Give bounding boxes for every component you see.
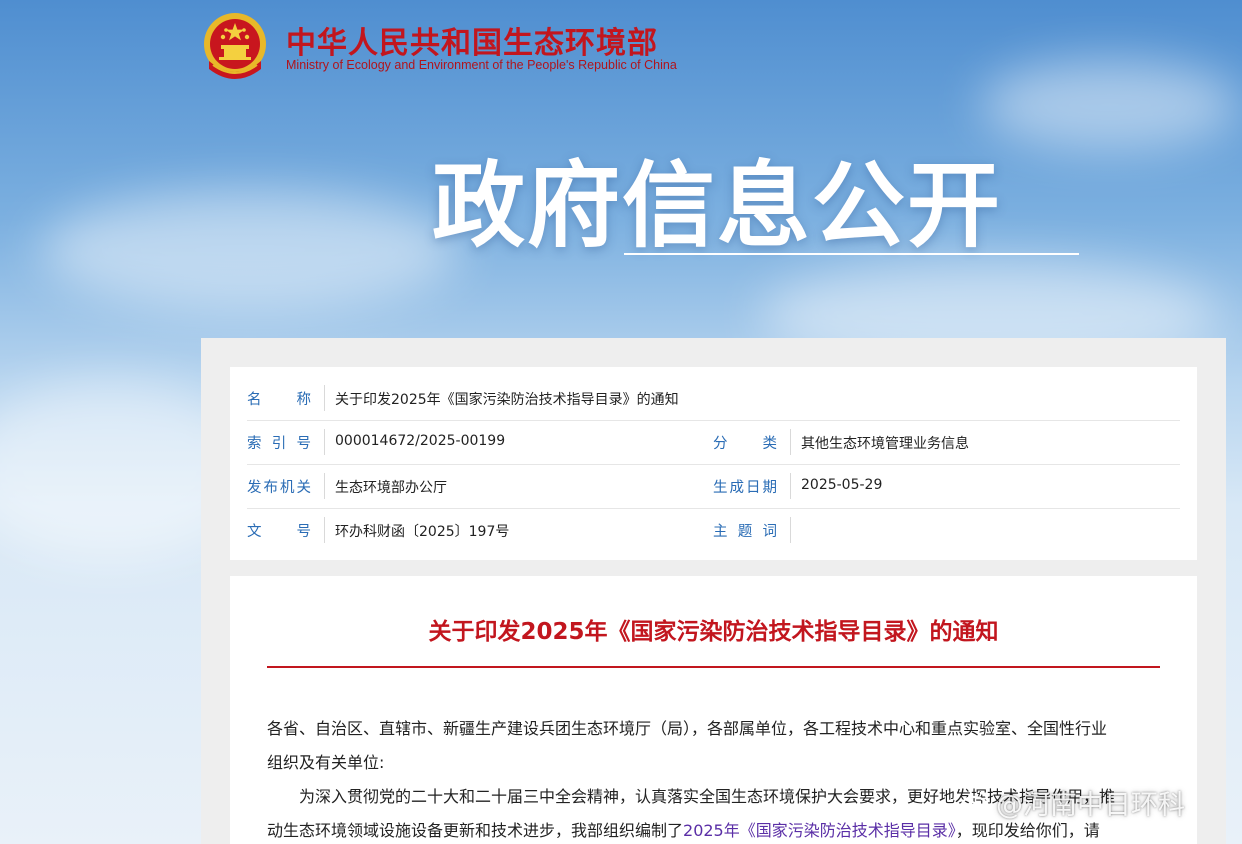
meta-label-docno: 文 号 [247, 524, 311, 540]
meta-value-issuer: 生态环境部办公厅 [335, 480, 447, 496]
background-cloud [40, 190, 460, 310]
article-salutation-line: 各省、自治区、直辖市、新疆生产建设兵团生态环境厅（局），各部属单位，各工程技术中… [267, 719, 1108, 738]
meta-separator [790, 517, 791, 543]
watermark: @河南中日环科 [960, 782, 1185, 822]
meta-label-category: 分 类 [713, 436, 777, 452]
meta-label-date: 生成日期 [713, 480, 777, 496]
watermark-text: @河南中日环科 [996, 789, 1185, 821]
site-name-en[interactable]: Ministry of Ecology and Environment of t… [286, 58, 677, 72]
meta-value-docno: 环办科财函〔2025〕197号 [335, 524, 510, 540]
meta-value-index: 000014672/2025-00199 [335, 433, 506, 449]
meta-separator [790, 429, 791, 455]
weibo-logo-icon [960, 791, 989, 815]
section-title-underline [624, 253, 1079, 255]
metadata-table: 名 称 关于印发2025年《国家污染防治技术指导目录》的通知 索 引 号 000… [230, 367, 1197, 560]
national-emblem-icon[interactable] [201, 11, 269, 85]
article-text: ，现印发给你们，请 [955, 821, 1100, 840]
meta-row-name: 名 称 关于印发2025年《国家污染防治技术指导目录》的通知 [247, 377, 1180, 421]
meta-label-index: 索 引 号 [247, 436, 311, 452]
meta-separator [324, 517, 325, 543]
meta-separator [324, 385, 325, 411]
section-title: 政府信息公开 [432, 152, 1002, 260]
meta-value-name: 关于印发2025年《国家污染防治技术指导目录》的通知 [335, 392, 679, 408]
meta-label-subject: 主 题 词 [713, 524, 777, 540]
article-salutation-line: 组织及有关单位: [267, 753, 385, 772]
site-name-cn[interactable]: 中华人民共和国生态环境部 [286, 18, 658, 62]
article-text: 动生态环境领域设施设备更新和技术进步，我部组织编制了 [267, 821, 684, 840]
meta-separator [790, 473, 791, 499]
meta-row-index: 索 引 号 000014672/2025-00199 分 类 其他生态环境管理业… [247, 421, 1180, 465]
background-cloud [980, 60, 1240, 150]
meta-separator [324, 473, 325, 499]
directory-link[interactable]: 2025年《国家污染防治技术指导目录》 [683, 821, 956, 840]
article-title-divider [267, 666, 1160, 668]
article-title: 关于印发2025年《国家污染防治技术指导目录》的通知 [428, 619, 999, 645]
meta-row-issuer: 发布机关 生态环境部办公厅 生成日期 2025-05-29 [247, 465, 1180, 509]
meta-label-name: 名 称 [247, 392, 311, 408]
meta-separator [324, 429, 325, 455]
meta-value-category: 其他生态环境管理业务信息 [801, 436, 969, 452]
meta-value-date: 2025-05-29 [801, 477, 883, 493]
meta-row-docno: 文 号 环办科财函〔2025〕197号 主 题 词 [247, 509, 1180, 553]
meta-label-issuer: 发布机关 [247, 480, 311, 496]
